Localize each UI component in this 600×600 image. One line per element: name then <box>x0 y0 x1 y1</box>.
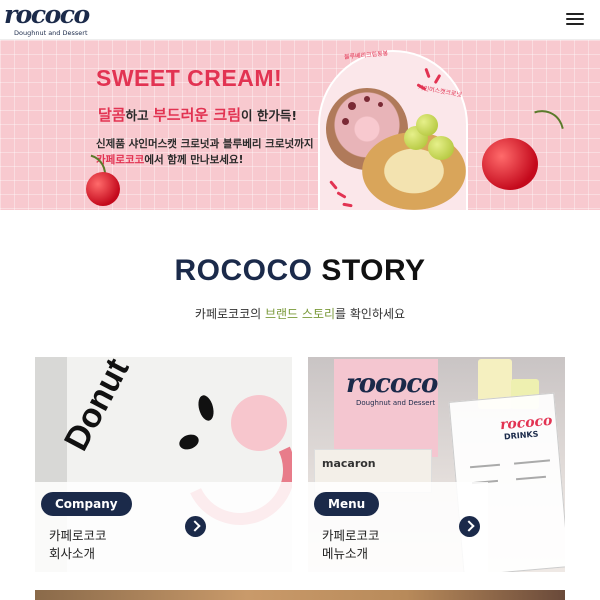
story-heading-word: STORY <box>321 254 426 287</box>
cherry-icon <box>86 172 120 206</box>
menu-card-line2: 메뉴소개 <box>322 546 369 561</box>
box-logo-wordmark: rococo <box>346 369 438 399</box>
story-sub-highlight: 브랜드 스토리 <box>264 307 336 321</box>
logo-wordmark: rococo <box>4 0 90 29</box>
company-card-art-text: Donut and <box>57 357 170 457</box>
donut-crumb <box>364 96 370 102</box>
banner-description-line1: 신제품 샤인머스캣 크로넛과 블루베리 크로넛까지 <box>96 138 314 150</box>
company-card[interactable]: Donut and Company 카페로코코 회사소개 <box>35 357 292 572</box>
hamburger-bar <box>566 13 584 15</box>
banner-sub-text2: 이 한가득! <box>241 108 298 123</box>
menu-card-line1: 카페로코코 <box>322 528 380 543</box>
donut-crumb <box>378 102 383 107</box>
banner-description-line2: 카페로코코에서 함께 만나보세요! <box>96 152 243 167</box>
banner-sub-pink2: 부드러운 크림 <box>152 106 241 124</box>
story-heading: ROCOCO STORY <box>0 254 600 288</box>
promo-banner[interactable]: SWEET CREAM! 달콤하고 부드러운 크림이 한가득! 신제품 샤인머스… <box>0 40 600 210</box>
box-logo-tagline: Doughnut and Dessert <box>356 399 436 407</box>
eye-decoration <box>195 393 217 423</box>
company-card-line2: 회사소개 <box>49 546 96 561</box>
company-card-line1: 카페로코코 <box>49 528 107 543</box>
donut-crumb <box>342 118 349 125</box>
site-header: rococo Doughnut and Dessert <box>0 0 600 40</box>
hamburger-bar <box>566 18 584 20</box>
next-section-image <box>35 590 565 600</box>
cherry-icon <box>482 138 538 190</box>
banner-title: SWEET CREAM! <box>96 65 283 91</box>
story-heading-brand: ROCOCO <box>174 254 313 287</box>
grape-icon <box>416 114 438 136</box>
chevron-right-icon[interactable] <box>459 516 480 537</box>
logo-tagline: Doughnut and Dessert <box>14 29 88 37</box>
hamburger-bar <box>566 23 584 25</box>
banner-sub-text1: 하고 <box>125 108 153 123</box>
banner-desc-text: 에서 함께 만나보세요! <box>144 154 244 166</box>
company-badge: Company <box>41 492 132 516</box>
site-logo[interactable]: rococo Doughnut and Dessert <box>4 0 90 38</box>
hamburger-icon[interactable] <box>566 11 586 27</box>
story-sub-text1: 카페로코코의 <box>194 307 265 321</box>
grape-icon <box>428 136 454 160</box>
story-subtitle: 카페로코코의 브랜드 스토리를 확인하세요 <box>0 305 600 322</box>
menu-card[interactable]: rococo Doughnut and Dessert macaron roco… <box>308 357 565 572</box>
menu-badge: Menu <box>314 492 380 516</box>
story-sub-text2: 를 확인하세요 <box>335 307 406 321</box>
donut-crumb <box>348 102 356 110</box>
macaron-box-text: macaron <box>322 457 376 470</box>
banner-subtitle: 달콤하고 부드러운 크림이 한가득! <box>98 104 297 125</box>
chevron-right-icon[interactable] <box>185 516 206 537</box>
banner-sub-pink1: 달콤 <box>98 106 126 124</box>
